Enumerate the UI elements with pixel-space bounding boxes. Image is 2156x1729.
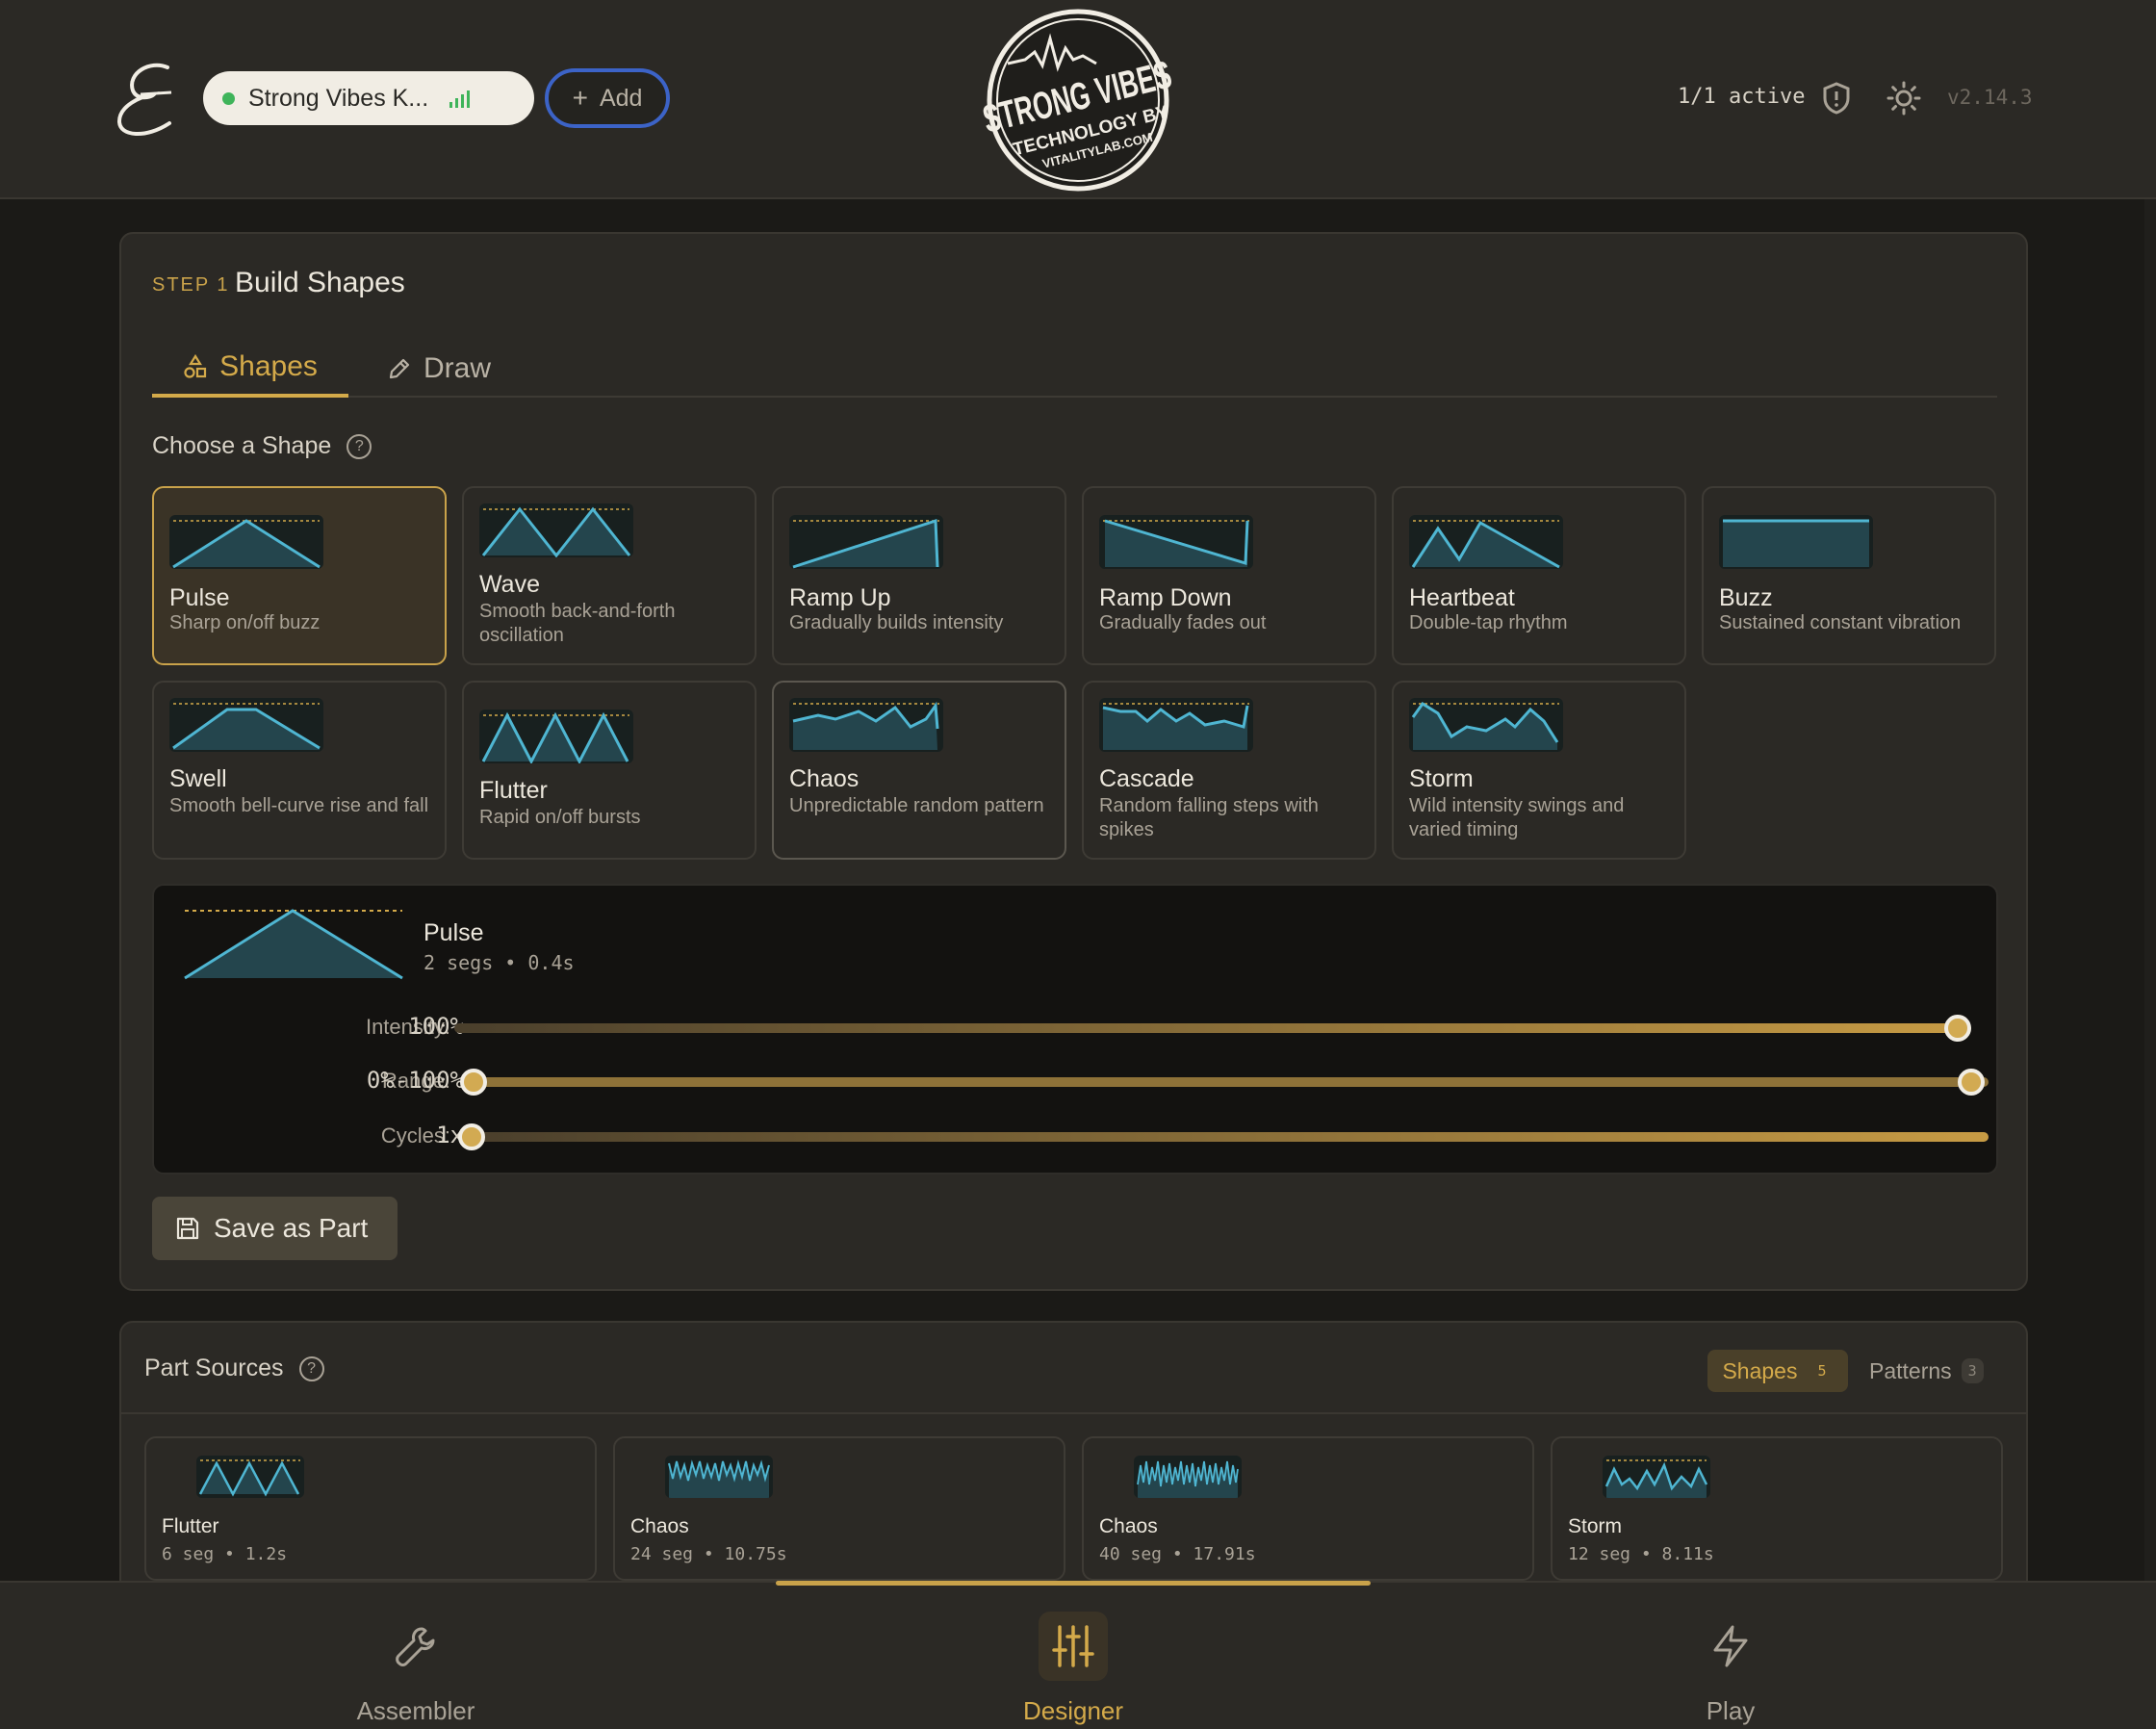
wrench-icon — [396, 1627, 435, 1666]
signal-strength-icon — [449, 90, 471, 108]
active-device-count: 1/1 active — [1678, 85, 1806, 109]
active-nav-indicator — [776, 1581, 1371, 1586]
cycles-slider-track[interactable] — [472, 1132, 1989, 1142]
sliders-icon — [1052, 1625, 1094, 1667]
cycles-slider-thumb[interactable] — [458, 1123, 485, 1150]
shield-icon[interactable] — [1822, 82, 1851, 115]
connected-status-dot — [222, 91, 235, 105]
part-sources-tab-shapes[interactable]: Shapes 5 — [1707, 1350, 1848, 1392]
swell-thumbnail — [169, 698, 323, 752]
storm-thumbnail — [1409, 698, 1563, 752]
part-sources-tab-patterns[interactable]: Patterns 3 — [1869, 1350, 2004, 1392]
ramp-down-thumbnail — [1099, 515, 1253, 569]
part-sources-heading: Part Sources ? — [144, 1355, 324, 1382]
plus-icon: + — [572, 83, 588, 113]
pencil-icon — [389, 358, 410, 379]
part-thumbnail — [1134, 1456, 1242, 1498]
part-thumbnail — [665, 1456, 773, 1498]
part-card[interactable]: Storm 12 seg • 8.11s — [1551, 1436, 2003, 1581]
save-as-part-button[interactable]: Save as Part — [152, 1197, 398, 1260]
build-shapes-card: STEP 1 Build Shapes Shapes Draw Choose a… — [119, 232, 2028, 1291]
shapes-icon — [184, 354, 207, 378]
count-badge: 3 — [1961, 1358, 1984, 1383]
theme-toggle-sun-icon[interactable] — [1886, 81, 1921, 116]
shape-card-chaos[interactable]: Chaos Unpredictable random pattern — [772, 681, 1066, 860]
shape-card-ramp-up[interactable]: Ramp Up Gradually builds intensity — [772, 486, 1066, 665]
preview-shape-name: Pulse — [424, 919, 484, 946]
part-thumbnail — [1603, 1456, 1710, 1498]
shape-card-ramp-down[interactable]: Ramp Down Gradually fades out — [1082, 486, 1376, 665]
part-card[interactable]: Chaos 40 seg • 17.91s — [1082, 1436, 1534, 1581]
chaos-thumbnail — [789, 698, 943, 752]
range-min-thumb[interactable] — [460, 1069, 487, 1096]
shape-card-wave[interactable]: Wave Smooth back-and-forth oscillation — [462, 486, 757, 665]
part-thumbnail — [196, 1456, 304, 1498]
device-name: Strong Vibes K... — [248, 84, 429, 112]
add-device-button[interactable]: + Add — [545, 68, 670, 128]
app-version: v2.14.3 — [1947, 86, 2033, 109]
nav-assembler[interactable]: Assembler — [271, 1612, 560, 1726]
count-badge: 5 — [1817, 1362, 1827, 1380]
strong-vibes-logo: STRONG VIBES TECHNOLOGY BY VITALITYLAB.C… — [979, 9, 1176, 192]
part-sources-panel: Part Sources ? Shapes 5 Patterns 3 Flutt… — [119, 1321, 2028, 1610]
shape-card-storm[interactable]: Storm Wild intensity swings and varied t… — [1392, 681, 1686, 860]
part-card[interactable]: Chaos 24 seg • 10.75s — [613, 1436, 1065, 1581]
bottom-navigation: Assembler Designer Play — [0, 1581, 2156, 1729]
preview-waveform — [184, 909, 403, 980]
tab-draw[interactable]: Draw — [387, 340, 522, 398]
choose-shape-heading: Choose a Shape ? — [152, 432, 372, 460]
tab-shapes[interactable]: Shapes — [152, 340, 348, 398]
step-label: STEP 1 — [152, 274, 230, 296]
heartbeat-thumbnail — [1409, 515, 1563, 569]
step-title: Build Shapes — [235, 267, 405, 298]
ramp-up-thumbnail — [789, 515, 943, 569]
flutter-thumbnail — [479, 710, 633, 763]
app-logo-icon[interactable] — [112, 56, 189, 142]
cascade-thumbnail — [1099, 698, 1253, 752]
part-card[interactable]: Flutter 6 seg • 1.2s — [144, 1436, 597, 1581]
device-selector[interactable]: Strong Vibes K... — [203, 71, 534, 125]
nav-play[interactable]: Play — [1586, 1612, 1875, 1726]
range-slider-track[interactable] — [472, 1077, 1989, 1087]
intensity-slider-track[interactable] — [454, 1023, 1971, 1033]
range-max-thumb[interactable] — [1958, 1069, 1985, 1096]
intensity-slider-row: Intensity: 100% — [154, 1009, 2000, 1047]
wave-thumbnail — [479, 503, 633, 557]
shape-card-swell[interactable]: Swell Smooth bell-curve rise and fall — [152, 681, 447, 860]
pulse-wave-thumbnail — [169, 515, 323, 569]
preview-shape-meta: 2 segs • 0.4s — [424, 951, 575, 974]
range-slider-row: Range: 0%-100% — [154, 1063, 2000, 1101]
nav-designer[interactable]: Designer — [929, 1612, 1218, 1726]
intensity-slider-thumb[interactable] — [1944, 1015, 1971, 1042]
shape-card-flutter[interactable]: Flutter Rapid on/off bursts — [462, 681, 757, 860]
shape-card-heartbeat[interactable]: Heartbeat Double-tap rhythm — [1392, 486, 1686, 665]
shape-card-buzz[interactable]: Buzz Sustained constant vibration — [1702, 486, 1996, 665]
help-icon[interactable]: ? — [298, 1355, 324, 1381]
divider — [121, 1412, 2026, 1414]
buzz-thumbnail — [1719, 515, 1873, 569]
save-icon — [176, 1217, 199, 1240]
shape-card-cascade[interactable]: Cascade Random falling steps with spikes — [1082, 681, 1376, 860]
scrollbar[interactable] — [2144, 199, 2156, 1586]
shape-card-pulse[interactable]: Pulse Sharp on/off buzz — [152, 486, 447, 665]
help-icon[interactable]: ? — [346, 433, 372, 459]
shape-preview-panel: Pulse 2 segs • 0.4s Intensity: 100% Rang… — [152, 884, 1998, 1174]
cycles-slider-row: Cycles: 1x — [154, 1118, 2000, 1156]
app-header: Strong Vibes K... + Add STRONG VIBES TEC… — [0, 0, 2156, 199]
lightning-icon — [1713, 1625, 1748, 1667]
